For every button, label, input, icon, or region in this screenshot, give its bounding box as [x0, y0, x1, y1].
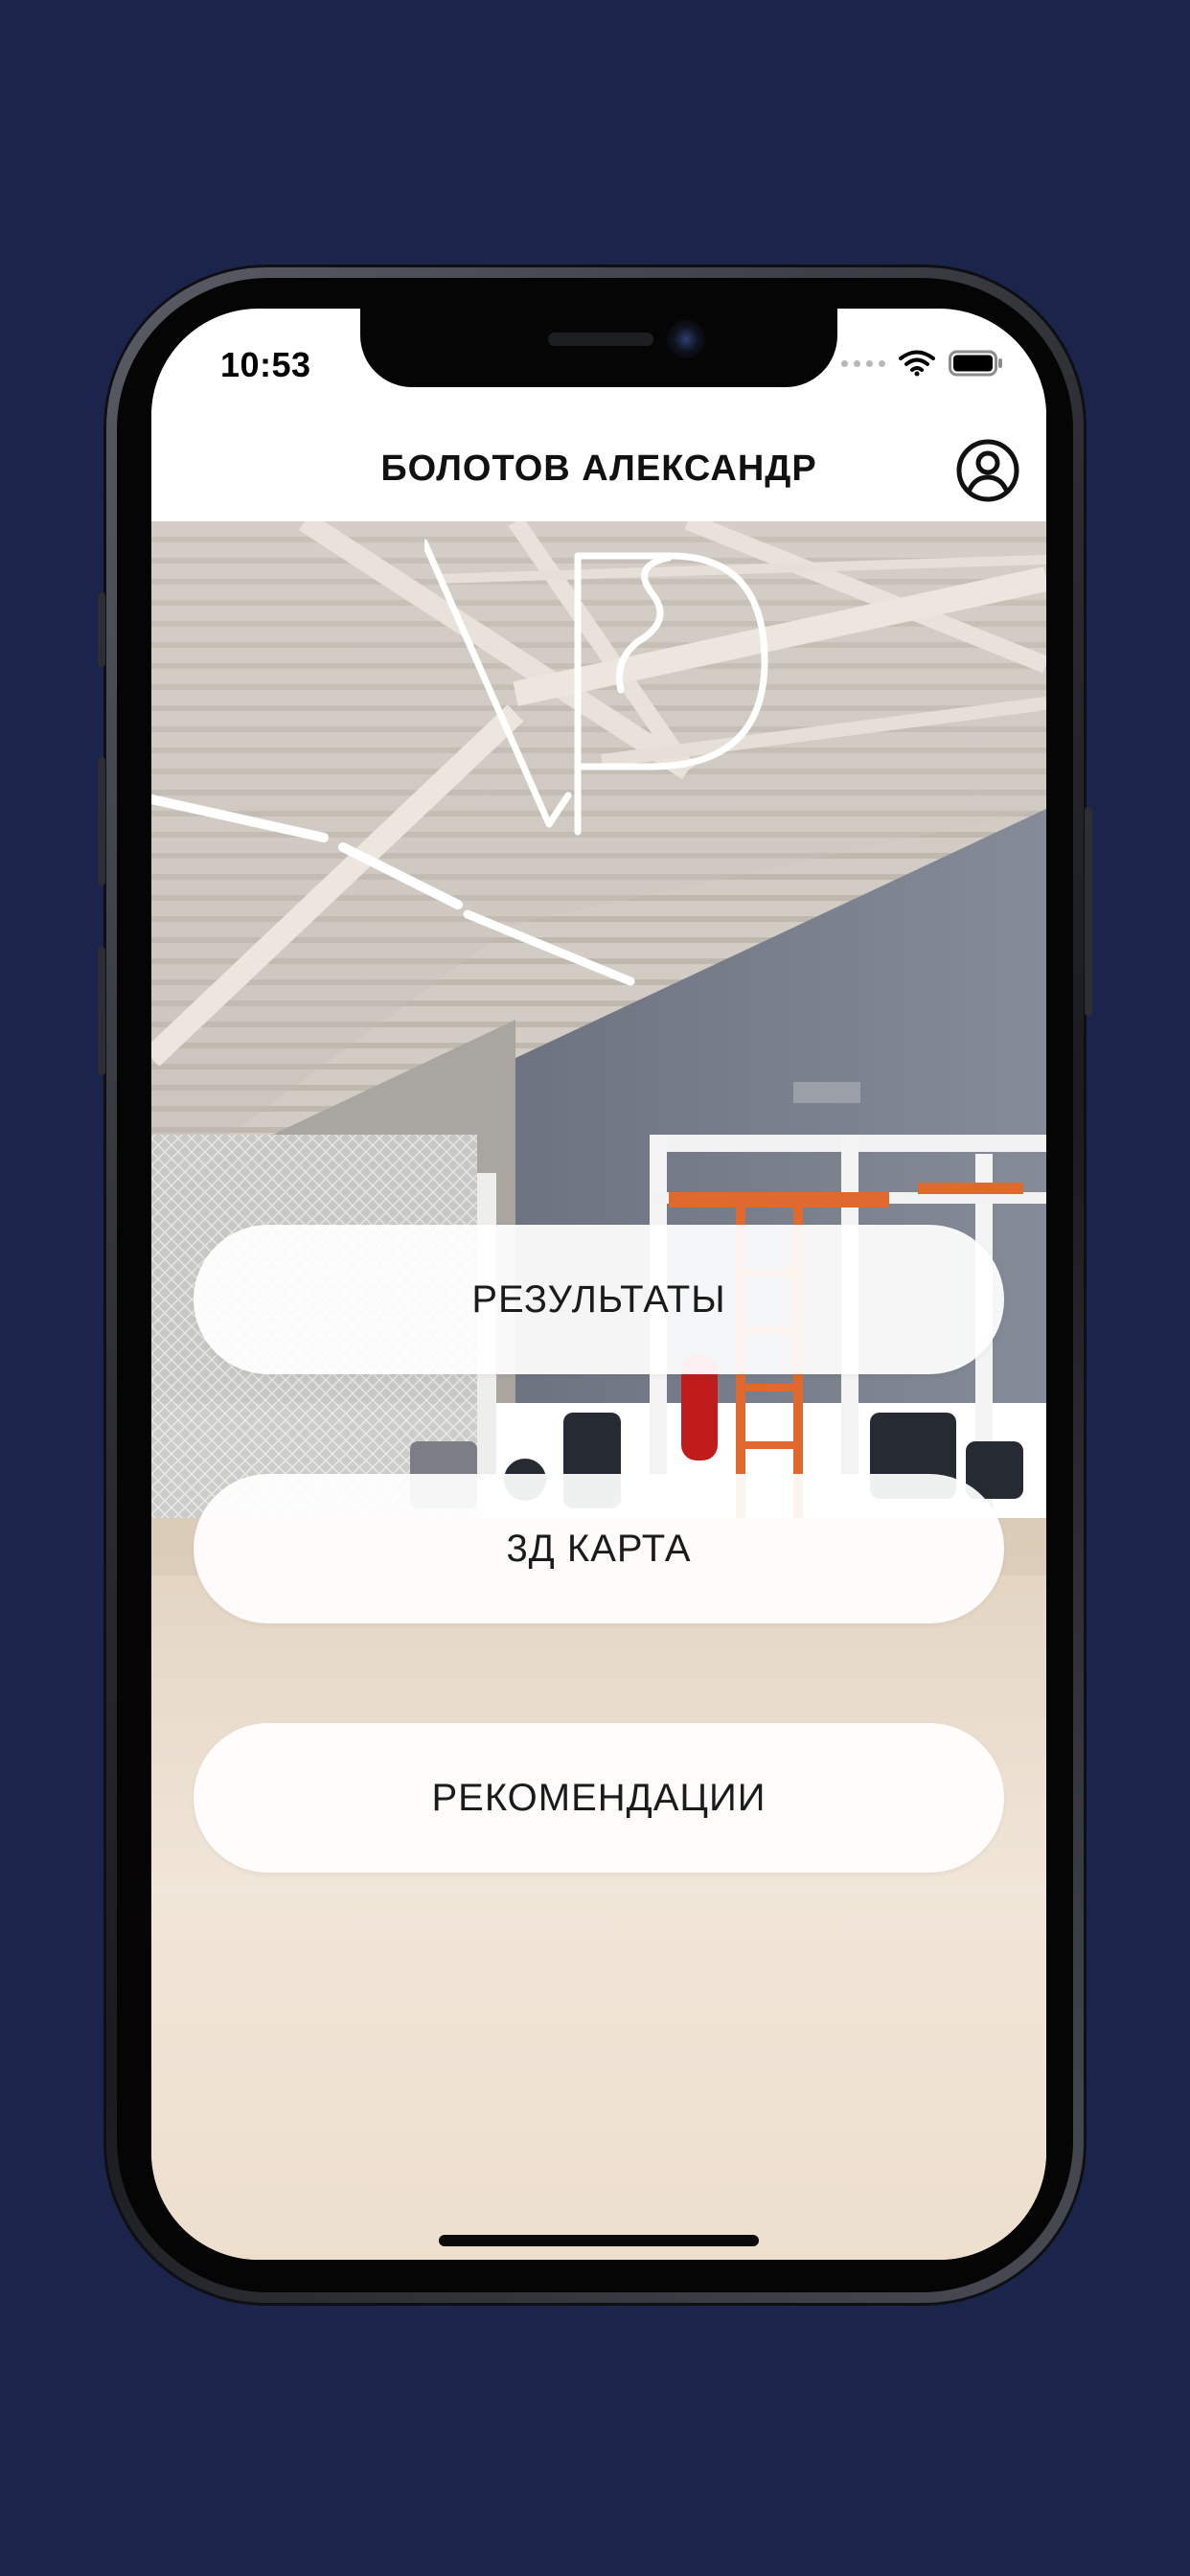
front-camera: [667, 320, 705, 358]
status-time: 10:53: [220, 345, 311, 384]
recommendations-button-label: РЕКОМЕНДАЦИИ: [431, 1776, 767, 1819]
cellular-signal-icon: [841, 359, 885, 367]
app-header: БОЛОТОВ АЛЕКСАНДР: [151, 387, 1046, 521]
battery-icon: [949, 350, 1002, 377]
recommendations-button[interactable]: РЕКОМЕНДАЦИИ: [194, 1723, 1004, 1873]
volume-up-button: [98, 757, 105, 886]
3d-map-button[interactable]: 3Д КАРТА: [194, 1474, 1004, 1623]
status-icons: [841, 349, 1004, 378]
power-button: [1085, 807, 1092, 1016]
vp-logo: [424, 539, 768, 836]
app-screen: РЕЗУЛЬТАТЫ 3Д КАРТА РЕКОМЕНДАЦИИ БОЛОТОВ…: [151, 309, 1046, 2260]
results-button[interactable]: РЕЗУЛЬТАТЫ: [194, 1225, 1004, 1374]
results-button-label: РЕЗУЛЬТАТЫ: [471, 1277, 726, 1321]
wifi-icon: [899, 350, 935, 377]
3d-map-button-label: 3Д КАРТА: [506, 1527, 692, 1570]
volume-down-button: [98, 947, 105, 1075]
home-indicator[interactable]: [439, 2235, 759, 2246]
notch: [360, 309, 837, 387]
user-circle-icon: [956, 439, 1019, 502]
profile-button[interactable]: [954, 437, 1021, 504]
mute-switch: [98, 592, 105, 667]
speaker-grille: [548, 333, 653, 346]
page-title: БОЛОТОВ АЛЕКСАНДР: [380, 448, 817, 489]
